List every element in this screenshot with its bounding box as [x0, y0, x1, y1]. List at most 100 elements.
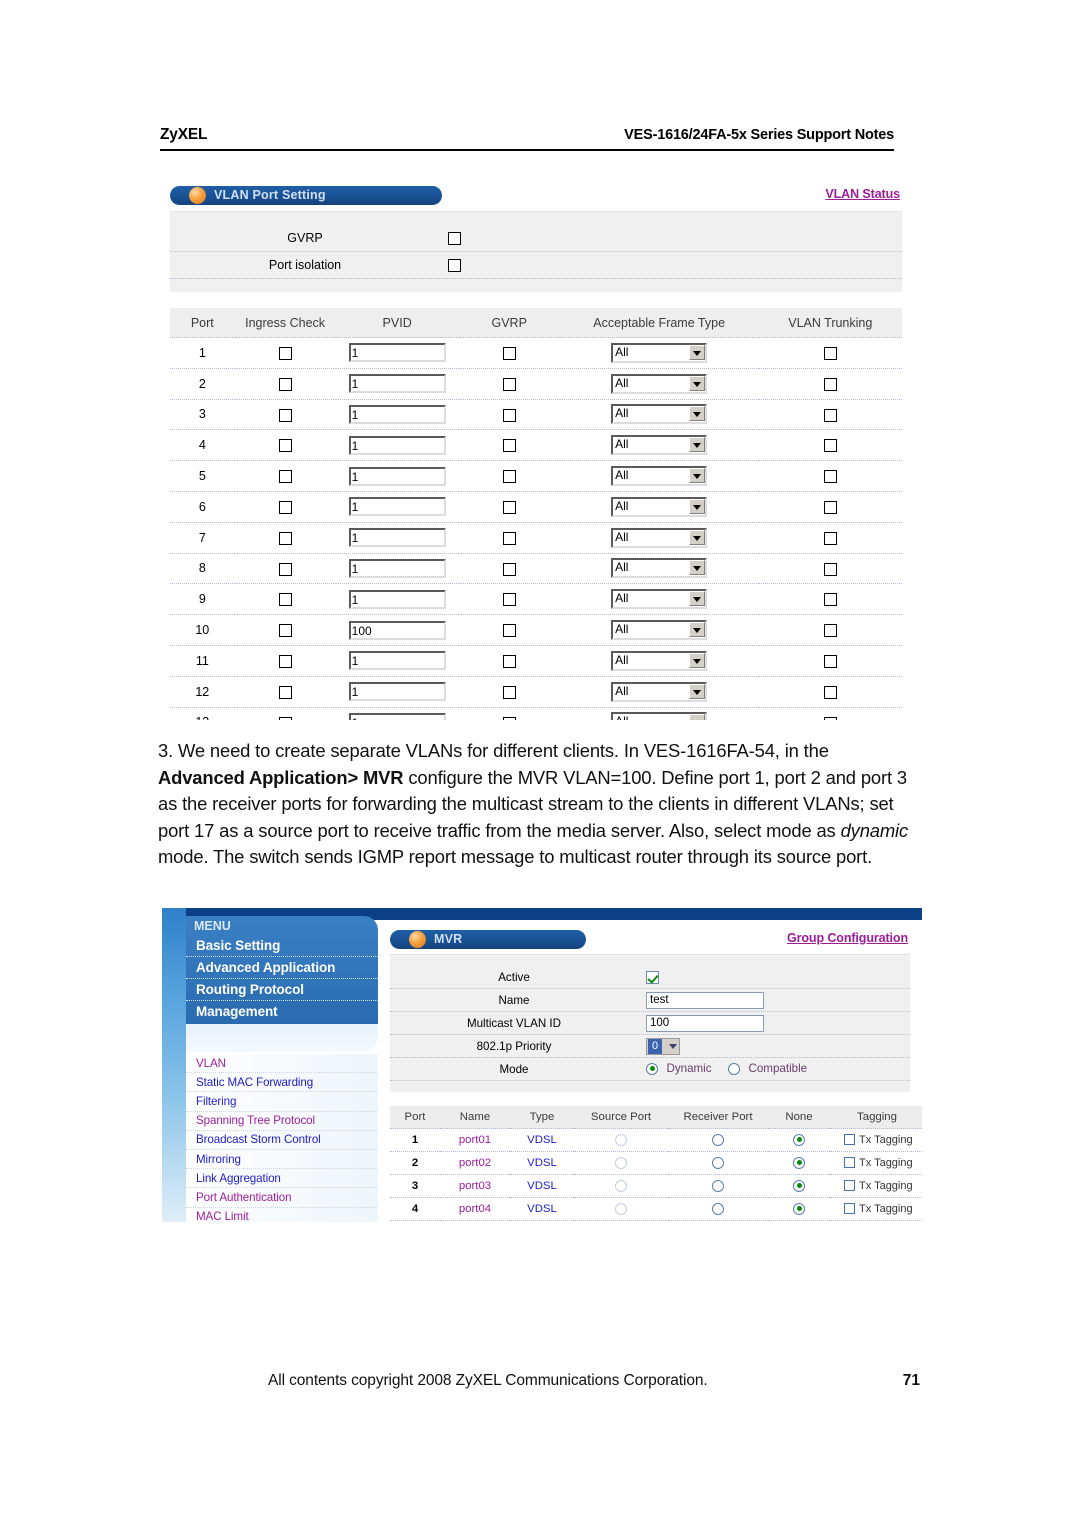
port-isolation-checkbox[interactable]: [448, 258, 461, 272]
gvrp-checkbox[interactable]: [448, 231, 461, 245]
pvid-input[interactable]: 1: [348, 404, 446, 424]
receiver-port-radio[interactable]: [712, 1156, 724, 1169]
sidebar-item-basic-setting[interactable]: Basic Setting: [186, 935, 378, 957]
frame-type-select[interactable]: All: [611, 373, 708, 394]
sidebar-item-filtering[interactable]: Filtering: [186, 1092, 378, 1112]
pvid-input[interactable]: 1: [348, 374, 446, 394]
sidebar-item-port-authentication[interactable]: Port Authentication: [186, 1188, 378, 1208]
vlan-trunking-checkbox[interactable]: [823, 470, 837, 484]
vlan-trunking-checkbox[interactable]: [823, 347, 837, 360]
ingress-check-checkbox[interactable]: [278, 685, 292, 699]
ingress-check-checkbox[interactable]: [278, 470, 292, 484]
frame-type-select[interactable]: All: [611, 466, 708, 487]
tx-tagging-checkbox[interactable]: [844, 1203, 855, 1215]
ingress-check-checkbox[interactable]: [278, 377, 292, 391]
none-radio[interactable]: [793, 1202, 805, 1215]
vlan-trunking-checkbox[interactable]: [823, 562, 837, 576]
gvrp-checkbox[interactable]: [502, 562, 516, 576]
receiver-port-radio[interactable]: [712, 1202, 724, 1215]
vlan-status-link[interactable]: VLAN Status: [825, 187, 900, 201]
source-port-radio[interactable]: [615, 1179, 627, 1192]
pvid-input[interactable]: 1: [348, 528, 446, 548]
sidebar-item-mirroring[interactable]: Mirroring: [186, 1149, 378, 1170]
frame-type-select[interactable]: All: [611, 589, 708, 610]
vlan-trunking-checkbox[interactable]: [823, 500, 837, 514]
frame-type-select[interactable]: All: [611, 496, 708, 517]
sidebar-item-routing-protocol[interactable]: Routing Protocol: [186, 979, 378, 1001]
active-checkbox[interactable]: [646, 970, 659, 984]
vlan-trunking-checkbox[interactable]: [823, 439, 837, 453]
gvrp-checkbox[interactable]: [502, 377, 516, 391]
vlan-trunking-checkbox[interactable]: [823, 624, 837, 638]
ingress-check-checkbox[interactable]: [278, 716, 292, 720]
none-radio[interactable]: [793, 1133, 805, 1146]
priority-select[interactable]: 0: [646, 1037, 680, 1055]
pvid-input[interactable]: 1: [348, 712, 446, 720]
gvrp-checkbox[interactable]: [502, 439, 516, 453]
pvid-input[interactable]: 1: [348, 558, 446, 578]
ingress-check-checkbox[interactable]: [278, 439, 292, 453]
pvid-input[interactable]: 1: [348, 589, 446, 609]
sidebar-item-broadcast-storm-control[interactable]: Broadcast Storm Control: [186, 1130, 378, 1150]
vlan-trunking-checkbox[interactable]: [823, 716, 837, 720]
vlan-trunking-checkbox[interactable]: [823, 685, 837, 699]
source-port-radio[interactable]: [615, 1202, 627, 1215]
frame-type-select[interactable]: All: [611, 435, 708, 456]
gvrp-checkbox[interactable]: [502, 500, 516, 514]
tx-tagging-checkbox[interactable]: [844, 1180, 855, 1192]
vlan-trunking-checkbox[interactable]: [823, 654, 837, 668]
name-input[interactable]: test: [646, 991, 764, 1009]
ingress-check-checkbox[interactable]: [278, 562, 292, 576]
frame-type-select[interactable]: All: [611, 342, 708, 363]
pvid-input[interactable]: 1: [348, 651, 446, 671]
gvrp-checkbox[interactable]: [502, 624, 516, 638]
mode-radio-compatible[interactable]: [728, 1062, 741, 1075]
gvrp-checkbox[interactable]: [502, 593, 516, 607]
ingress-check-checkbox[interactable]: [278, 408, 292, 422]
gvrp-checkbox[interactable]: [502, 347, 516, 360]
frame-type-select[interactable]: All: [611, 712, 708, 720]
source-port-radio[interactable]: [615, 1156, 627, 1169]
sidebar-item-static-mac-forwarding[interactable]: Static MAC Forwarding: [186, 1073, 378, 1093]
pvid-input[interactable]: 1: [348, 497, 446, 517]
vlan-trunking-checkbox[interactable]: [823, 377, 837, 391]
none-radio[interactable]: [793, 1156, 805, 1169]
vlan-trunking-checkbox[interactable]: [823, 408, 837, 422]
frame-type-select[interactable]: All: [611, 620, 708, 641]
frame-type-select[interactable]: All: [611, 404, 708, 425]
frame-type-select[interactable]: All: [611, 558, 708, 579]
pvid-input[interactable]: 1: [348, 466, 446, 486]
frame-type-select[interactable]: All: [611, 681, 708, 702]
gvrp-checkbox[interactable]: [502, 531, 516, 545]
ingress-check-checkbox[interactable]: [278, 593, 292, 607]
ingress-check-checkbox[interactable]: [278, 531, 292, 545]
sidebar-item-vlan[interactable]: VLAN: [186, 1054, 378, 1074]
ingress-check-checkbox[interactable]: [278, 500, 292, 514]
pvid-input[interactable]: 100: [348, 620, 446, 640]
mode-radio-dynamic[interactable]: [646, 1062, 658, 1075]
gvrp-checkbox[interactable]: [502, 654, 516, 668]
multicast-vlan-input[interactable]: 100: [646, 1014, 764, 1032]
pvid-input[interactable]: 1: [348, 682, 446, 702]
vlan-trunking-checkbox[interactable]: [823, 593, 837, 607]
sidebar-item-management[interactable]: Management: [186, 1001, 378, 1022]
gvrp-checkbox[interactable]: [502, 716, 516, 720]
gvrp-checkbox[interactable]: [502, 470, 516, 484]
sidebar-item-mac-limit[interactable]: MAC Limit: [186, 1207, 378, 1222]
vlan-trunking-checkbox[interactable]: [823, 531, 837, 545]
ingress-check-checkbox[interactable]: [278, 347, 292, 360]
tx-tagging-checkbox[interactable]: [844, 1157, 855, 1169]
sidebar-item-advanced-application[interactable]: Advanced Application: [186, 957, 378, 979]
sidebar-item-spanning-tree-protocol[interactable]: Spanning Tree Protocol: [186, 1111, 378, 1131]
gvrp-checkbox[interactable]: [502, 408, 516, 422]
sidebar-item-link-aggregation[interactable]: Link Aggregation: [186, 1169, 378, 1189]
group-configuration-link[interactable]: Group Configuration: [787, 931, 908, 945]
none-radio[interactable]: [793, 1179, 805, 1192]
gvrp-checkbox[interactable]: [502, 685, 516, 699]
pvid-input[interactable]: 1: [348, 435, 446, 455]
pvid-input[interactable]: 1: [348, 343, 446, 363]
frame-type-select[interactable]: All: [611, 650, 708, 671]
tx-tagging-checkbox[interactable]: [844, 1134, 855, 1146]
receiver-port-radio[interactable]: [712, 1179, 724, 1192]
receiver-port-radio[interactable]: [712, 1133, 724, 1146]
